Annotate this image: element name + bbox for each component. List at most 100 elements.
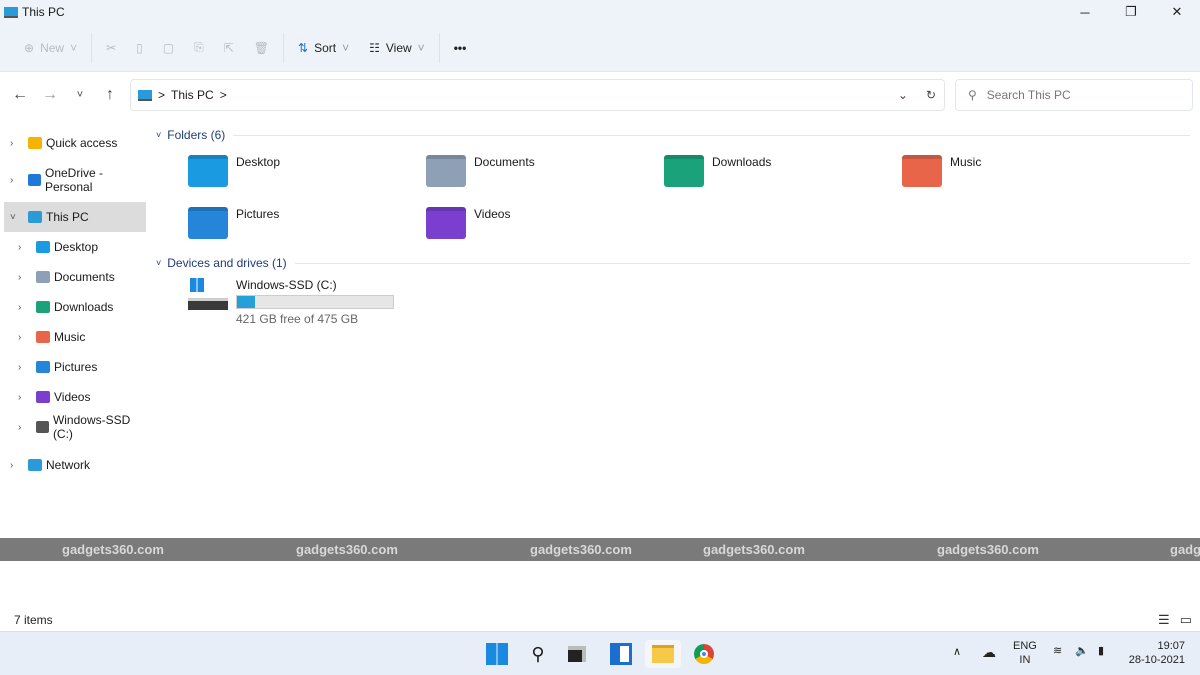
language-indicator[interactable]: ENG IN	[1013, 639, 1037, 667]
folder-downloads[interactable]: Downloads	[664, 155, 771, 187]
more-button[interactable]: •••	[444, 32, 477, 64]
chevron-right-icon[interactable]: ›	[18, 332, 21, 343]
chevron-right-icon[interactable]: ›	[10, 175, 13, 186]
widgets-icon	[610, 643, 632, 665]
view-label: View	[385, 40, 412, 55]
view-button[interactable]: ☷ View ˅	[359, 32, 435, 64]
forward-button[interactable]: →	[35, 86, 65, 104]
sidebar-item-label: Music	[54, 330, 86, 344]
back-button[interactable]: ←	[5, 86, 35, 104]
sidebar-item-onedrive-personal[interactable]: › OneDrive - Personal	[4, 165, 146, 195]
show-hidden-icons-button[interactable]: ∧	[953, 645, 961, 658]
task-view-button[interactable]	[563, 640, 591, 668]
copy-button[interactable]: ▯	[126, 32, 153, 64]
tiles-view-button[interactable]: ▭	[1180, 612, 1192, 628]
share-button[interactable]: ⇱	[214, 32, 244, 64]
search-icon: ⚲	[968, 88, 977, 102]
sidebar-item-this-pc[interactable]: ˅ This PC	[4, 202, 146, 232]
plus-icon: ⊕	[24, 40, 35, 55]
chrome-button[interactable]	[690, 640, 718, 668]
sidebar-item-documents[interactable]: › Documents	[4, 262, 146, 292]
chrome-icon	[694, 644, 714, 664]
sidebar-item-label: Windows-SSD (C:)	[52, 413, 131, 441]
sidebar-item-label: This PC	[46, 210, 89, 224]
chevron-right-icon[interactable]: ›	[18, 362, 21, 373]
search-taskbar-button[interactable]: ⚲	[524, 640, 552, 668]
sort-button[interactable]: ⇅ Sort ˅	[288, 32, 359, 64]
sidebar-item-pictures[interactable]: › Pictures	[4, 352, 146, 382]
search-box[interactable]: ⚲ Search This PC	[955, 79, 1193, 111]
chevron-right-icon[interactable]: ›	[18, 392, 21, 403]
widgets-button[interactable]	[607, 640, 635, 668]
folder-videos[interactable]: Videos	[426, 207, 510, 239]
time: 19:07	[1157, 640, 1185, 652]
search-icon: ⚲	[531, 643, 545, 664]
maximize-button[interactable]: ❐	[1108, 0, 1154, 24]
breadcrumb-this-pc[interactable]: This PC	[171, 88, 214, 102]
onedrive-icon[interactable]: ☁	[982, 644, 996, 661]
chevron-down-icon: ˅	[342, 40, 350, 55]
sidebar-item-network[interactable]: › Network	[4, 450, 146, 480]
sidebar-item-quick-access[interactable]: › Quick access	[4, 128, 146, 158]
close-button[interactable]: ✕	[1154, 0, 1200, 24]
chevron-down-icon[interactable]: ˅	[10, 212, 16, 223]
recent-dropdown[interactable]: ˅	[65, 89, 95, 101]
chevron-right-icon[interactable]: ›	[10, 460, 13, 471]
view-icon: ☷	[369, 40, 380, 55]
drive-name: Windows-SSD (C:)	[236, 278, 337, 292]
sidebar-item-label: Pictures	[54, 360, 98, 374]
watermark-text: gadgets360.com	[937, 542, 1039, 557]
search-input[interactable]: Search This PC	[987, 88, 1071, 102]
chevron-down-icon: ˅	[70, 40, 78, 55]
battery-icon[interactable]: ▮	[1098, 644, 1104, 657]
paste-button[interactable]: ▢	[153, 32, 184, 64]
watermark: gadgets360.com gadgets360.com gadgets360…	[0, 538, 1200, 561]
watermark-text: gadgets360.com	[296, 542, 398, 557]
minimize-button[interactable]: ─	[1062, 0, 1108, 24]
chevron-right-icon[interactable]: ›	[18, 242, 21, 253]
drive-item[interactable]: Windows-SSD (C:) 421 GB free of 475 GB	[188, 278, 394, 326]
sidebar-item-label: Downloads	[54, 300, 114, 314]
rename-button[interactable]: ⎘	[184, 32, 214, 64]
folder-icon	[188, 207, 228, 239]
wifi-icon[interactable]: ≋	[1053, 644, 1062, 657]
refresh-icon[interactable]: ↻	[926, 88, 936, 102]
clock[interactable]: 19:07 28-10-2021	[1125, 639, 1185, 667]
chevron-down-icon[interactable]: ⌄	[898, 88, 908, 102]
title-bar: This PC ─ ❐ ✕	[0, 0, 1200, 24]
chevron-down-icon: ˅	[417, 40, 425, 55]
cut-button[interactable]: ✂	[96, 32, 126, 64]
folder-documents[interactable]: Documents	[426, 155, 535, 187]
sidebar-item-windows-ssd-c[interactable]: › Windows-SSD (C:)	[4, 412, 146, 442]
breadcrumb-separator[interactable]: >	[220, 88, 227, 102]
chevron-right-icon[interactable]: ›	[18, 422, 21, 433]
sidebar-item-desktop[interactable]: › Desktop	[4, 232, 146, 262]
chevron-right-icon[interactable]: ›	[18, 302, 21, 313]
file-explorer-button[interactable]	[645, 640, 681, 668]
folder-pictures[interactable]: Pictures	[188, 207, 279, 239]
drives-group-header[interactable]: ˅ Devices and drives (1)	[150, 253, 1200, 273]
delete-button[interactable]: 🗑	[244, 32, 279, 64]
sidebar-item-music[interactable]: › Music	[4, 322, 146, 352]
folder-desktop[interactable]: Desktop	[188, 155, 280, 187]
chevron-right-icon[interactable]: ›	[18, 272, 21, 283]
rename-icon: ⎘	[194, 40, 204, 54]
window-title: This PC	[22, 5, 65, 19]
address-bar[interactable]: > This PC > ⌄ ↻	[130, 79, 945, 111]
chevron-right-icon[interactable]: ›	[10, 138, 13, 149]
up-button[interactable]: ↑	[95, 86, 125, 104]
sidebar-item-videos[interactable]: › Videos	[4, 382, 146, 412]
item-icon	[28, 459, 42, 471]
task-view-icon	[568, 646, 586, 662]
folder-music[interactable]: Music	[902, 155, 981, 187]
sidebar-item-downloads[interactable]: › Downloads	[4, 292, 146, 322]
details-view-button[interactable]: ☰	[1158, 612, 1170, 628]
watermark-text: gadgets360.com	[62, 542, 164, 557]
new-button[interactable]: ⊕ New ˅	[14, 32, 87, 64]
start-button[interactable]	[483, 640, 511, 668]
folders-group-header[interactable]: ˅ Folders (6)	[150, 125, 1200, 145]
volume-icon[interactable]: 🔈	[1075, 644, 1089, 657]
item-icon	[36, 331, 50, 343]
sidebar-item-label: Network	[46, 458, 91, 472]
item-icon	[28, 211, 42, 223]
